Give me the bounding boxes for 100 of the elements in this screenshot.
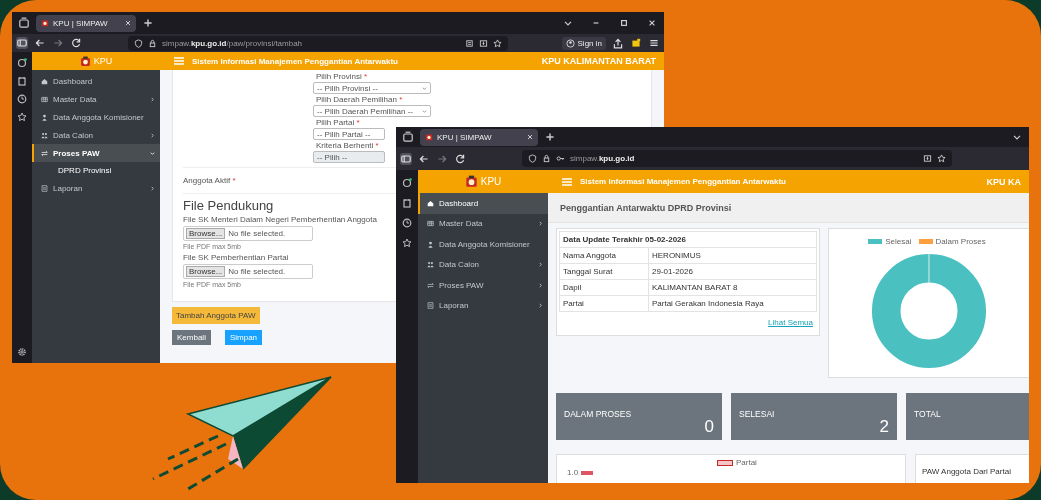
tab-title: KPU | SIMPAW — [53, 18, 109, 28]
plus-icon[interactable] — [142, 17, 154, 29]
star-icon[interactable] — [937, 154, 946, 163]
document-icon — [427, 302, 434, 310]
logo-text: KPU — [93, 56, 113, 66]
sidebar-icon[interactable] — [400, 152, 412, 165]
extensions-icon[interactable] — [17, 58, 27, 68]
sidebar-item[interactable]: Dashboard — [418, 193, 548, 214]
settings-icon[interactable] — [17, 347, 27, 357]
sidebar-item[interactable]: Data Calon — [32, 126, 160, 144]
chevron-right-icon — [538, 303, 543, 309]
stat-label: SELESAI — [739, 409, 775, 419]
field-label: Kriteria Berhenti * — [315, 141, 379, 151]
dropdown-field[interactable]: -- Pilih Partai -- — [313, 128, 385, 140]
address-bar[interactable]: simpaw.kpu.go.id/paw/provinsi/tambah — [128, 35, 508, 51]
star-icon[interactable] — [402, 238, 412, 248]
swap-arrows-icon — [41, 149, 48, 157]
back-button[interactable]: Kembali — [172, 330, 211, 345]
menu-label: Proses PAW — [53, 148, 100, 158]
sidebar-item[interactable]: Laporan — [32, 179, 160, 197]
home-icon — [427, 199, 434, 207]
field-label: Pilih Daerah Pemilihan * — [315, 95, 403, 105]
menu-label: Dashboard — [439, 198, 479, 208]
file-input[interactable]: Browse... No file selected. — [183, 264, 313, 279]
chevron-right-icon — [150, 96, 155, 102]
sidebar-item[interactable]: Laporan — [418, 295, 548, 316]
browser-tab[interactable]: KPU | SIMPAW — [36, 14, 136, 32]
add-member-button[interactable]: Tambah Anggota PAW — [172, 307, 260, 324]
clock-icon[interactable] — [17, 94, 27, 104]
back-icon[interactable] — [34, 37, 46, 49]
reload-icon[interactable] — [454, 152, 466, 165]
people-icon — [427, 261, 434, 269]
share-icon[interactable] — [612, 37, 624, 49]
chevron-right-icon — [538, 221, 543, 227]
caret-icon — [422, 108, 427, 114]
logo-text: KPU — [480, 176, 502, 187]
stat-label: DALAM PROSES — [564, 409, 632, 419]
file-input[interactable]: Browse... No file selected. — [183, 226, 313, 241]
star-icon[interactable] — [17, 112, 27, 122]
home-icon — [41, 77, 48, 85]
shield-icon — [528, 154, 537, 163]
swap-arrows-icon — [427, 281, 434, 289]
page-title: Penggantian Antarwaktu DPRD Provinsi — [548, 193, 1029, 223]
sidebar-item[interactable]: Data Calon — [418, 254, 548, 275]
reader-icon[interactable] — [465, 38, 474, 48]
sidebar-item[interactable]: Master Data — [418, 213, 548, 234]
forward-icon[interactable] — [52, 37, 64, 49]
address-bar[interactable]: simpaw.kpu.go.id — [522, 150, 952, 167]
tab-list-icon[interactable] — [18, 17, 30, 29]
table-cell: Partai Gerakan Indonesia Raya — [648, 295, 817, 312]
star-icon[interactable] — [493, 38, 502, 48]
table-cell: Nama Anggota — [559, 247, 649, 264]
submenu-item[interactable]: DPRD Provinsi — [32, 162, 112, 179]
sidebar-item[interactable]: Data Anggota Komisioner — [418, 234, 548, 255]
key-icon — [556, 154, 565, 163]
clipboard-icon[interactable] — [17, 76, 27, 86]
menu-label: Data Anggota Komisioner — [53, 112, 144, 122]
table-cell: 29-01-2026 — [648, 263, 817, 280]
chevron-down-icon — [150, 150, 155, 156]
sidebar-icon[interactable] — [16, 37, 28, 49]
clock-icon[interactable] — [402, 218, 412, 228]
field-label: Pilih Provinsi * — [315, 72, 368, 82]
stat-value: 0 — [704, 417, 714, 437]
sidebar-item[interactable]: Dashboard — [32, 72, 160, 90]
bar-drawing — [581, 470, 594, 475]
dropdown-field[interactable]: -- Pilih Provinsi -- — [313, 82, 431, 94]
download-icon[interactable] — [923, 154, 932, 163]
restore-icon[interactable] — [618, 17, 630, 29]
lock-icon — [542, 154, 551, 163]
table-header: Data Update Terakhir 05-02-2026 — [559, 231, 817, 248]
reload-icon[interactable] — [70, 37, 82, 49]
field-label: Anggota Aktif * — [183, 175, 236, 187]
close-icon[interactable] — [527, 134, 533, 140]
browser-tab[interactable]: KPU | SIMPAW — [420, 128, 538, 146]
menu-icon[interactable] — [648, 37, 660, 49]
sidebar-item[interactable]: Master Data — [32, 90, 160, 108]
dropdown-field[interactable]: -- Pilih Daerah Pemilihan -- — [313, 105, 431, 117]
table-cell: KALIMANTAN BARAT 8 — [648, 279, 817, 296]
download-icon[interactable] — [479, 38, 488, 48]
sidebar-item[interactable]: Proses PAW — [32, 144, 160, 162]
sign-in-button[interactable]: Sign in — [561, 36, 606, 50]
section-title: File Pendukung — [183, 198, 274, 213]
shield-icon — [134, 38, 143, 48]
extension-icon[interactable] — [630, 37, 642, 49]
caret-icon — [422, 85, 427, 91]
plus-icon[interactable] — [544, 131, 556, 143]
axis-tick: 1.0 — [567, 468, 579, 477]
url-text: simpaw.kpu.go.id/paw/provinsi/tambah — [162, 38, 303, 48]
ballot-box-favicon-icon — [425, 133, 433, 141]
sidebar-item[interactable]: Proses PAW — [418, 275, 548, 296]
clipboard-icon[interactable] — [402, 198, 412, 208]
menu-label: Master Data — [439, 219, 483, 229]
extensions-icon[interactable] — [402, 178, 412, 188]
close-icon[interactable] — [125, 20, 131, 26]
menu-label: Data Calon — [439, 260, 480, 270]
sidebar-item[interactable]: Data Anggota Komisioner — [32, 108, 160, 126]
tab-list-icon[interactable] — [402, 131, 414, 143]
table-cell: Tanggal Surat — [559, 263, 649, 280]
legend-label: Selesai — [885, 237, 912, 246]
menu-label: Data Anggota Komisioner — [439, 239, 530, 249]
